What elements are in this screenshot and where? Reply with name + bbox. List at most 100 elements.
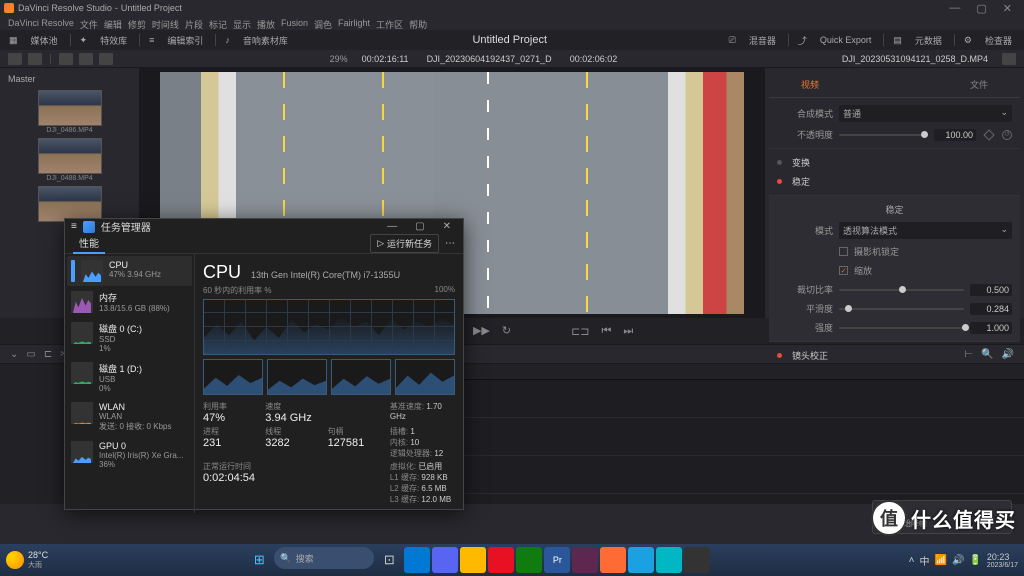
trim-tool-icon[interactable]: ⊏	[44, 349, 52, 360]
taskman-side-gpu[interactable]: GPU 0Intel(R) Iris(R) Xe Gra...36%	[67, 437, 192, 473]
tray-wifi-icon[interactable]: 📶	[934, 555, 946, 566]
maximize-button[interactable]: ▢	[409, 221, 430, 232]
task-view-icon[interactable]: ⊡	[376, 547, 402, 573]
mediapool-button[interactable]: 媒体池	[25, 32, 64, 49]
maximize-button[interactable]: ▢	[968, 2, 994, 15]
taskbar-app-icon[interactable]	[600, 547, 626, 573]
media-clip[interactable]	[38, 186, 102, 222]
menu-item[interactable]: 修剪	[128, 18, 146, 28]
menu-item[interactable]: 文件	[80, 18, 98, 28]
menu-item[interactable]: Fusion	[281, 18, 308, 28]
zoom-icon[interactable]: 🔍	[981, 349, 993, 360]
lens-correction-section[interactable]: 镜头校正	[792, 349, 828, 362]
metadata-icon[interactable]: ▤	[890, 33, 905, 48]
options-icon[interactable]	[99, 53, 113, 65]
taskbar-app-icon[interactable]	[432, 547, 458, 573]
soundlib-button[interactable]: 音响素材库	[237, 32, 294, 49]
view-list-icon[interactable]	[8, 53, 22, 65]
metadata-button[interactable]: 元数据	[909, 32, 948, 49]
taskman-side-wlan[interactable]: WLANWLAN发送: 0 接收: 0 Kbps	[67, 398, 192, 436]
reset-icon[interactable]: ↺	[1002, 130, 1012, 140]
media-clip[interactable]: DJI_0486.MP4	[38, 90, 102, 134]
volume-icon[interactable]: 🔊	[1002, 349, 1014, 360]
opacity-slider[interactable]	[839, 134, 928, 136]
more-icon[interactable]: ⋯	[445, 238, 455, 249]
taskman-side-cpu[interactable]: CPU47% 3.94 GHz	[67, 256, 192, 286]
zoom-checkbox[interactable]: ✓	[839, 266, 848, 275]
inspector-tab-video[interactable]: 视频	[797, 76, 823, 93]
menu-item[interactable]: Fairlight	[338, 18, 370, 28]
effects-button[interactable]: 特效库	[94, 32, 133, 49]
menu-item[interactable]: 工作区	[376, 18, 403, 28]
taskbar-weather[interactable]: 28°C大雨	[6, 550, 48, 570]
tray-chevron-icon[interactable]: ˄	[909, 555, 915, 566]
camera-lock-checkbox[interactable]	[839, 247, 848, 256]
taskman-side-disk1[interactable]: 磁盘 1 (D:)USB0%	[67, 358, 192, 397]
run-new-task-button[interactable]: ▷ 运行新任务	[370, 234, 439, 253]
taskbar-app-icon[interactable]	[656, 547, 682, 573]
tray-volume-icon[interactable]: 🔊	[952, 555, 964, 566]
menu-item[interactable]: 播放	[257, 18, 275, 28]
view-thumb-icon[interactable]	[28, 53, 42, 65]
index-button[interactable]: 编辑索引	[161, 32, 209, 49]
taskbar-app-icon[interactable]	[516, 547, 542, 573]
minimize-button[interactable]: —	[381, 221, 403, 232]
stabilize-mode-dropdown[interactable]: 透视算法模式⌄	[839, 222, 1012, 239]
menu-button[interactable]: ≡	[71, 221, 77, 232]
menu-item[interactable]: 帮助	[409, 18, 427, 28]
crop-ratio-value[interactable]: 0.500	[970, 284, 1012, 296]
inspector-tab-file[interactable]: 文件	[966, 76, 992, 93]
prev-edit-icon[interactable]: ⏮	[600, 323, 614, 340]
taskman-side-disk0[interactable]: 磁盘 0 (C:)SSD1%	[67, 318, 192, 357]
search-icon[interactable]	[79, 53, 93, 65]
match-frame-icon[interactable]: ⊏⊐	[569, 323, 591, 340]
smooth-value[interactable]: 0.284	[970, 303, 1012, 315]
taskbar-app-icon[interactable]	[404, 547, 430, 573]
taskbar-app-icon[interactable]	[460, 547, 486, 573]
menu-item[interactable]: 编辑	[104, 18, 122, 28]
quickexport-button[interactable]: Quick Export	[814, 33, 878, 47]
task-manager-window[interactable]: ≡ 任务管理器 — ▢ ✕ 性能 ▷ 运行新任务 ⋯ CPU47% 3.94 G…	[64, 218, 464, 510]
strength-slider[interactable]	[839, 327, 964, 329]
minimize-button[interactable]: —	[941, 2, 968, 14]
inspector-button[interactable]: 检查器	[979, 32, 1018, 49]
quickexport-icon[interactable]: ⤴	[795, 32, 810, 49]
mixer-button[interactable]: 混音器	[743, 32, 782, 49]
inspector-icon[interactable]: ⚙	[961, 33, 975, 48]
strength-value[interactable]: 1.000	[970, 322, 1012, 334]
filter-icon[interactable]	[59, 53, 73, 65]
selection-tool-icon[interactable]: ▭	[26, 349, 35, 360]
stabilize-section[interactable]: 稳定	[792, 175, 810, 188]
opacity-value[interactable]: 100.00	[934, 129, 976, 141]
soundlib-icon[interactable]: ♪	[222, 33, 233, 47]
keyframe-icon[interactable]	[983, 129, 994, 140]
viewer-clip-name[interactable]: DJI_20230604192437_0271_D	[427, 54, 552, 64]
taskbar-app-icon[interactable]	[684, 547, 710, 573]
viewer-zoom[interactable]: 29%	[330, 54, 348, 64]
taskman-tab-performance[interactable]: 性能	[73, 233, 105, 254]
loop-icon[interactable]: ↻	[500, 322, 513, 340]
composite-mode-dropdown[interactable]: 普通⌄	[839, 105, 1012, 122]
mediapool-icon[interactable]: ▦	[6, 33, 21, 48]
start-button[interactable]: ⊞	[246, 547, 272, 573]
menu-item[interactable]: 片段	[185, 18, 203, 28]
tray-battery-icon[interactable]: 🔋	[969, 555, 981, 566]
close-button[interactable]: ✕	[995, 2, 1020, 15]
timeline-menu-icon[interactable]: ⌄	[10, 349, 18, 360]
crop-ratio-slider[interactable]	[839, 289, 964, 291]
menu-item[interactable]: 显示	[233, 18, 251, 28]
step-fwd-icon[interactable]: ▶▶	[471, 322, 492, 340]
taskbar-app-icon[interactable]	[628, 547, 654, 573]
taskman-side-memory[interactable]: 内存13.8/15.6 GB (88%)	[67, 287, 192, 317]
taskbar-app-icon[interactable]	[488, 547, 514, 573]
viewer-options-icon[interactable]	[1002, 53, 1016, 65]
transform-section[interactable]: 变换	[792, 156, 810, 169]
snap-icon[interactable]: ⊢	[964, 349, 973, 360]
next-edit-icon[interactable]: ⏭	[621, 323, 635, 340]
close-button[interactable]: ✕	[437, 221, 457, 232]
taskbar-search[interactable]: 🔍 搜索	[274, 547, 374, 569]
effects-icon[interactable]: ✦	[77, 33, 91, 48]
index-icon[interactable]: ≡	[146, 33, 157, 47]
menu-item[interactable]: 标记	[209, 18, 227, 28]
taskbar-app-icon[interactable]: Pr	[544, 547, 570, 573]
